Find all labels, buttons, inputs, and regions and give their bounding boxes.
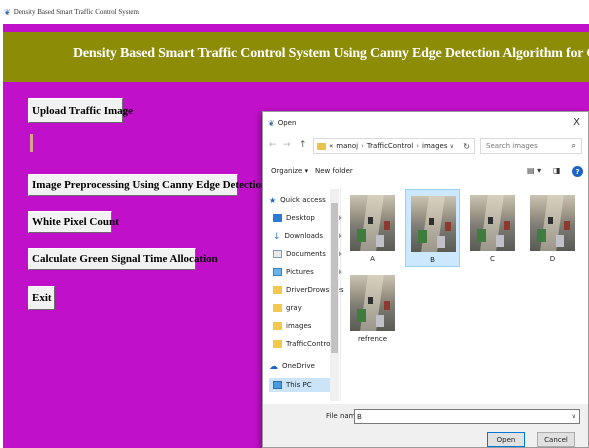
star-icon: ★ — [269, 196, 277, 205]
search-icon: ⌕ — [571, 141, 576, 150]
folder-icon — [273, 340, 282, 348]
white-pixel-count-button[interactable]: White Pixel Count — [28, 211, 119, 233]
file-item-d[interactable]: D — [525, 189, 580, 267]
organize-button[interactable]: Organize ▾ — [271, 167, 308, 175]
new-folder-button[interactable]: New folder — [315, 167, 353, 175]
scrollbar-thumb[interactable] — [331, 203, 338, 353]
nav-item-desktop[interactable]: Desktop ✱ — [273, 211, 342, 225]
search-placeholder: Search images — [486, 142, 538, 150]
file-name-field[interactable]: B ∨ — [354, 409, 580, 424]
cloud-icon: ☁ — [269, 362, 278, 372]
nav-item-images[interactable]: images — [273, 319, 311, 333]
image-thumbnail — [350, 195, 395, 251]
refresh-icon[interactable]: ↻ — [463, 142, 470, 151]
folder-icon — [273, 286, 282, 294]
pictures-icon — [273, 268, 282, 276]
image-path-label — [30, 134, 33, 152]
image-thumbnail — [411, 196, 456, 252]
breadcrumb-images[interactable]: images — [422, 142, 447, 150]
preprocess-button[interactable]: Image Preprocessing Using Canny Edge Det… — [28, 174, 267, 196]
exit-button[interactable]: Exit — [28, 286, 55, 310]
open-dialog: ❦ Open X ← → ↑ « manoj › TrafficControl … — [262, 111, 589, 448]
breadcrumb-manoj[interactable]: manoj — [336, 142, 358, 150]
banner: Density Based Smart Traffic Control Syst… — [3, 32, 589, 82]
chevron-right-icon: › — [361, 142, 364, 150]
file-name: C — [490, 255, 495, 263]
file-name: A — [370, 255, 375, 263]
breadcrumb-trafficcontrol[interactable]: TrafficControl — [367, 142, 413, 150]
nav-item-quick-access[interactable]: ★ Quick access — [269, 193, 326, 207]
chevron-down-icon[interactable]: ∨ — [450, 143, 454, 150]
computer-icon — [273, 381, 282, 389]
search-input[interactable]: Search images ⌕ — [480, 138, 582, 154]
folder-icon — [317, 142, 326, 150]
address-row: ← → ↑ « manoj › TrafficControl › images … — [263, 137, 588, 155]
close-icon[interactable]: X — [573, 117, 580, 128]
nav-scrollbar[interactable] — [330, 189, 339, 401]
address-bar[interactable]: « manoj › TrafficControl › images ∨ ↻ — [313, 138, 475, 154]
file-item-c[interactable]: C — [465, 189, 520, 267]
banner-title: Density Based Smart Traffic Control Syst… — [73, 46, 589, 61]
preview-pane-icon[interactable]: ◨ — [553, 166, 561, 175]
chevron-down-icon[interactable]: ∨ — [572, 413, 576, 420]
file-name: D — [549, 255, 556, 263]
up-icon[interactable]: ↑ — [299, 140, 307, 150]
tk-feather-icon: ❦ — [268, 118, 275, 128]
forward-icon[interactable]: → — [283, 140, 291, 150]
file-item-refrence[interactable]: refrence — [345, 269, 400, 347]
dialog-titlebar: ❦ Open — [263, 112, 588, 134]
file-item-a[interactable]: A — [345, 189, 400, 267]
folder-icon — [273, 322, 282, 330]
nav-item-gray[interactable]: gray — [273, 301, 302, 315]
view-options-icon[interactable]: ▤ ▾ — [527, 166, 541, 175]
download-icon: ↓ — [273, 232, 281, 242]
nav-item-downloads[interactable]: ↓ Downloads ✱ — [273, 229, 342, 243]
tk-feather-icon: ❦ — [4, 7, 11, 17]
upload-traffic-image-button[interactable]: Upload Traffic Image — [28, 98, 133, 123]
chevron-right-icon: › — [416, 142, 420, 150]
image-thumbnail — [530, 195, 575, 251]
file-item-b[interactable]: B — [405, 189, 460, 267]
file-list: A B C D refrence — [345, 189, 585, 401]
help-icon[interactable]: ? — [572, 166, 583, 177]
nav-item-trafficcontrol[interactable]: TrafficControl — [273, 337, 332, 351]
nav-item-this-pc[interactable]: This PC — [269, 378, 331, 392]
cancel-button[interactable]: Cancel — [537, 432, 575, 447]
back-icon[interactable]: ← — [269, 140, 277, 150]
window-title: Density Based Smart Traffic Control Syst… — [13, 8, 139, 16]
nav-item-documents[interactable]: Documents ✱ — [273, 247, 342, 261]
open-button[interactable]: Open — [487, 432, 525, 447]
desktop-icon — [273, 214, 282, 222]
nav-item-onedrive[interactable]: ☁ OneDrive — [269, 359, 315, 373]
folder-icon — [273, 304, 282, 312]
dialog-footer: File name: B ∨ Open Cancel — [263, 404, 588, 447]
image-thumbnail — [470, 195, 515, 251]
nav-item-pictures[interactable]: Pictures ✱ — [273, 265, 342, 279]
address-overflow[interactable]: « — [329, 142, 333, 150]
image-thumbnail — [350, 275, 395, 331]
green-signal-time-button[interactable]: Calculate Green Signal Time Allocation — [28, 248, 218, 270]
app-titlebar: ❦ Density Based Smart Traffic Control Sy… — [0, 0, 589, 24]
file-name: B — [430, 256, 435, 264]
file-name-value: B — [357, 412, 362, 421]
documents-icon — [273, 250, 282, 258]
file-name: refrence — [357, 335, 388, 343]
dialog-title: Open — [277, 119, 297, 127]
dialog-toolbar: Organize ▾ New folder ▤ ▾ ◨ ? — [263, 162, 588, 182]
